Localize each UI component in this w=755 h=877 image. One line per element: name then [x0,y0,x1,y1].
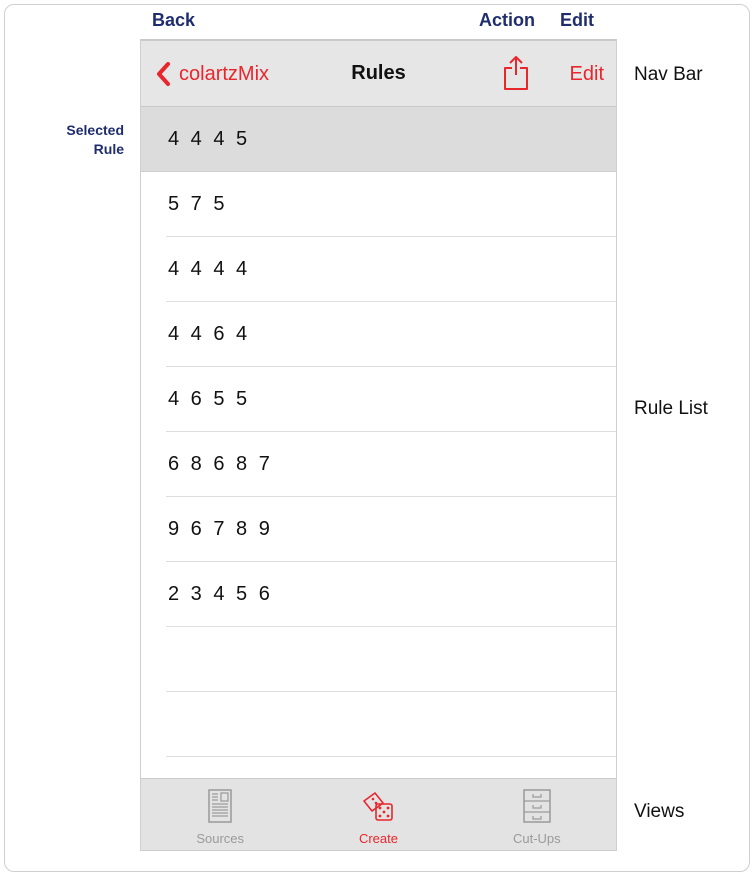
row-separator [166,756,616,757]
tab-create[interactable]: Create [299,779,457,850]
document-icon [208,789,232,823]
rule-row[interactable] [141,692,616,757]
callout-nav-bar: Nav Bar [634,64,703,85]
tab-sources-label: Sources [196,831,245,846]
rule-text: 5 7 5 [168,193,228,215]
rule-row[interactable]: 4 4 6 4 [141,302,616,367]
share-action-icon[interactable] [503,55,529,91]
tab-sources[interactable]: Sources [141,779,299,850]
tab-cut-ups-label: Cut-Ups [512,831,561,846]
callout-selected-rule-line2: Rule [93,141,124,157]
rule-text: 6 8 6 8 7 [168,453,273,475]
rule-list: 4 4 4 5 5 7 5 4 4 4 4 4 4 6 4 4 6 5 5 6 8 6 8… [141,107,616,757]
rule-row[interactable]: 6 8 6 8 7 [141,432,616,497]
callout-views: Views [634,801,685,822]
rule-text: 2 3 4 5 6 [168,583,273,605]
rule-row[interactable]: 4 6 5 5 [141,367,616,432]
rule-row[interactable]: 2 3 4 5 6 [141,562,616,627]
callout-rule-list: Rule List [634,398,708,419]
callout-action: Action [479,10,535,30]
rule-text: 4 4 4 5 [168,128,251,150]
callout-selected-rule-line1: Selected [66,122,124,138]
nav-bar: colartzMix Rules Edit [141,41,616,107]
rule-row[interactable]: 5 7 5 [141,172,616,237]
callout-back: Back [152,10,196,30]
rule-text: 9 6 7 8 9 [168,518,273,540]
views-tab-bar: Sources Create Cut-Ups [141,778,616,850]
rule-text: 4 6 5 5 [168,388,251,410]
callout-edit: Edit [560,10,594,30]
edit-button[interactable]: Edit [570,63,604,86]
rule-text: 4 4 4 4 [168,258,251,280]
selected-rule-row[interactable]: 4 4 4 5 [141,107,616,172]
page-title: Rules [351,62,406,84]
rule-text: 4 4 6 4 [168,323,251,345]
cabinet-icon [523,789,551,823]
rule-row[interactable]: 4 4 4 4 [141,237,616,302]
callout-selected-rule: Selected Rule [44,121,124,159]
tab-create-label: Create [358,831,398,846]
phone-screen: colartzMix Rules Edit 4 4 4 55 7 54 4 4 … [140,39,617,851]
rule-row[interactable] [141,627,616,692]
tab-cut-ups[interactable]: Cut-Ups [458,779,616,850]
rule-row[interactable]: 9 6 7 8 9 [141,497,616,562]
dice-icon [363,792,394,821]
